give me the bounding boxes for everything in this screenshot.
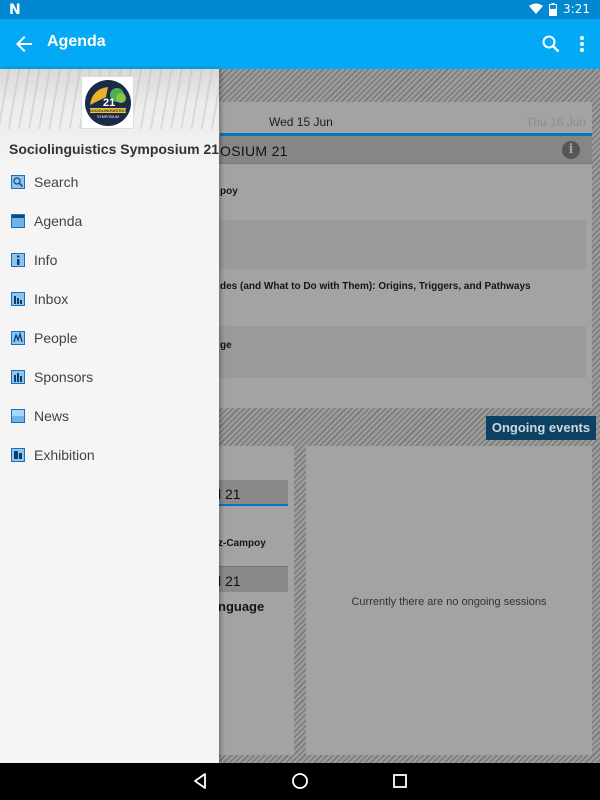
nav-home-icon[interactable] [291, 772, 309, 790]
sponsors-icon [11, 370, 25, 384]
clock: 3:21 [563, 2, 590, 16]
session-title: l 21 [218, 573, 241, 589]
event-title: poy [220, 186, 238, 197]
event-title: des (and What to Do with Them): Origins,… [220, 281, 531, 292]
empty-state-text: Currently there are no ongoing sessions [351, 596, 547, 608]
ongoing-events-label: Ongoing events [486, 416, 596, 440]
ongoing-sessions-panel: Currently there are no ongoing sessions [306, 446, 592, 755]
menu-item-exhibition[interactable]: Exhibition [0, 436, 219, 475]
info-icon[interactable]: i [562, 141, 580, 159]
overflow-menu-icon[interactable] [574, 32, 590, 56]
back-arrow-icon[interactable] [12, 32, 36, 56]
menu-item-label: News [34, 408, 70, 424]
agenda-icon [11, 214, 25, 228]
search-icon[interactable] [539, 32, 563, 56]
menu-item-label: Search [34, 174, 79, 190]
drawer-title: Sociolinguistics Symposium 21 [9, 141, 219, 157]
menu-item-inbox[interactable]: Inbox [0, 280, 219, 319]
menu-item-label: Sponsors [34, 369, 94, 385]
menu-item-people[interactable]: People [0, 319, 219, 358]
nav-back-icon[interactable] [191, 772, 209, 790]
event-title[interactable]: nguage [218, 599, 264, 614]
notification-logo: N [9, 2, 21, 18]
menu-item-info[interactable]: Info [0, 241, 219, 280]
status-bar: N 3:21 [0, 0, 600, 19]
news-icon [11, 409, 25, 423]
menu-item-sponsors[interactable]: Sponsors [0, 358, 219, 397]
status-icons: 3:21 [529, 2, 590, 16]
symposium-logo: 21 SOCIOLINGUISTICS SYMPOSIUM [81, 76, 134, 129]
svg-text:SOCIOLINGUISTICS: SOCIOLINGUISTICS [88, 108, 127, 113]
menu-item-label: Exhibition [34, 447, 95, 463]
drawer-header: 21 SOCIOLINGUISTICS SYMPOSIUM Sociolingu… [0, 69, 219, 159]
battery-icon [549, 2, 558, 16]
menu-item-label: Info [34, 252, 58, 268]
people-icon [11, 331, 25, 345]
menu-item-label: Inbox [34, 291, 69, 307]
exhibition-icon [11, 448, 25, 462]
system-nav-bar [0, 763, 600, 800]
menu-item-search[interactable]: Search [0, 163, 219, 202]
session-title: l 21 [218, 486, 241, 502]
menu-item-news[interactable]: News [0, 397, 219, 436]
app-bar: Agenda [0, 19, 600, 69]
wifi-icon [529, 3, 544, 14]
svg-text:SYMPOSIUM: SYMPOSIUM [97, 115, 119, 119]
svg-text:21: 21 [103, 97, 115, 109]
logo-image: 21 SOCIOLINGUISTICS SYMPOSIUM [84, 79, 131, 126]
tab-thu-16-jun[interactable]: Thu 16 Jun [526, 115, 586, 129]
page-title: Agenda [47, 33, 106, 50]
session-title: OSIUM 21 [220, 143, 288, 159]
tab-wed-15-jun[interactable]: Wed 15 Jun [269, 115, 333, 129]
menu-item-agenda[interactable]: Agenda [0, 202, 219, 241]
search-icon [11, 175, 25, 189]
nav-recents-icon[interactable] [392, 773, 408, 789]
info-icon [11, 253, 25, 267]
event-title[interactable]: z-Campoy [218, 538, 266, 549]
drawer-menu: Search Agenda Info Inbox People Sponsors… [0, 163, 219, 475]
menu-item-label: People [34, 330, 78, 346]
navigation-drawer: 21 SOCIOLINGUISTICS SYMPOSIUM Sociolingu… [0, 69, 219, 763]
event-title: ge [220, 340, 232, 351]
inbox-icon [11, 292, 25, 306]
menu-item-label: Agenda [34, 213, 83, 229]
